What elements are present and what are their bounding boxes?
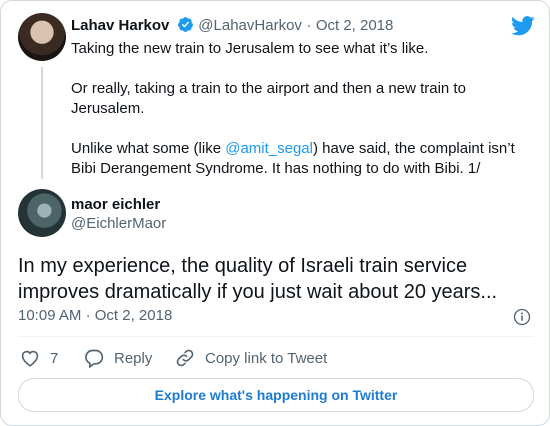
separator-dot: · (85, 307, 91, 324)
parent-text-line: Unlike what some (like @amit_segal) have… (71, 139, 531, 159)
parent-text-line: Bibi Derangement Syndrome. It has nothin… (71, 160, 481, 177)
text-span: ) have said, the complaint isn’t (313, 140, 515, 157)
copy-link-label: Copy link to Tweet (205, 349, 328, 367)
separator-dot: · (306, 17, 312, 34)
thread-connector-line (41, 67, 43, 179)
author-handle[interactable]: @EichlerMaor (71, 215, 166, 232)
parent-text-line: Taking the new train to Jerusalem to see… (71, 40, 429, 57)
author-name[interactable]: maor eichler (71, 196, 166, 213)
tweet-text: In my experience, the quality of Israeli… (18, 253, 534, 305)
parent-tweet-header: Lahav Harkov @LahavHarkov · Oct 2, 2018 (71, 16, 393, 35)
tweet-text-line: improves dramatically if you just wait a… (18, 281, 498, 303)
tweet-timestamp[interactable]: 10:09 AM · Oct 2, 2018 (18, 307, 172, 324)
info-icon[interactable] (513, 308, 531, 326)
explore-twitter-button[interactable]: Explore what's happening on Twitter (18, 378, 534, 412)
tweet-date: Oct 2, 2018 (94, 307, 173, 324)
tweet-text-line: In my experience, the quality of Israeli… (18, 255, 468, 277)
tweet-time: 10:09 AM (18, 307, 82, 324)
maor-avatar[interactable] (18, 189, 66, 237)
parent-handle[interactable]: @LahavHarkov (198, 17, 302, 34)
parent-date[interactable]: Oct 2, 2018 (316, 17, 394, 34)
parent-text-line: Jerusalem. (71, 100, 145, 117)
link-icon (176, 349, 194, 367)
heart-icon (21, 350, 39, 367)
parent-tweet-text: Taking the new train to Jerusalem to see… (71, 39, 531, 179)
reply-icon (85, 349, 104, 368)
parent-author-name[interactable]: Lahav Harkov (71, 17, 169, 34)
tweet-embed-card: Lahav Harkov @LahavHarkov · Oct 2, 2018 … (0, 0, 550, 426)
explore-label: Explore what's happening on Twitter (154, 387, 398, 403)
verified-badge-icon (177, 17, 193, 32)
copy-link-button[interactable]: Copy link to Tweet (175, 348, 327, 368)
text-span: Unlike what some (like (71, 140, 226, 157)
mention-link[interactable]: @amit_segal (225, 140, 313, 157)
reply-button[interactable]: Reply (84, 348, 152, 368)
lahav-avatar[interactable] (18, 13, 66, 61)
divider (18, 336, 534, 337)
like-count: 7 (50, 349, 59, 367)
reply-label: Reply (114, 349, 153, 367)
tweet-author-block: maor eichler @EichlerMaor (71, 196, 166, 232)
parent-text-line: Or really, taking a train to the airport… (71, 80, 466, 97)
like-button[interactable]: 7 (20, 348, 58, 368)
twitter-bird-icon[interactable] (511, 16, 535, 36)
